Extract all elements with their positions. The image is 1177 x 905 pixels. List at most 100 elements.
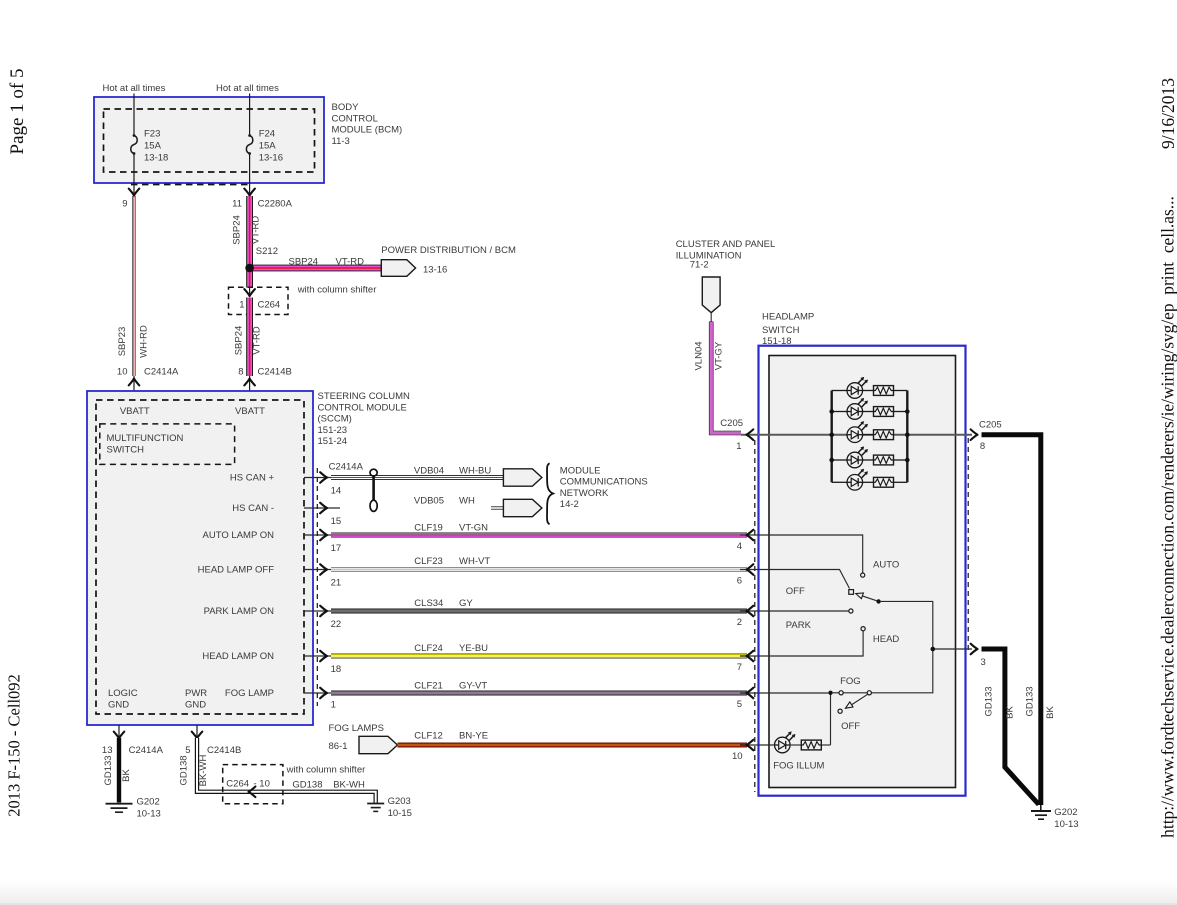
svg-text:MODULE: MODULE xyxy=(560,465,601,476)
svg-text:10-13: 10-13 xyxy=(1054,819,1078,830)
svg-text:NETWORK: NETWORK xyxy=(560,488,609,499)
svg-text:1: 1 xyxy=(736,441,741,452)
svg-text:LOGIC: LOGIC xyxy=(108,688,138,699)
svg-text:Page 1 of 5: Page 1 of 5 xyxy=(7,68,28,154)
svg-text:GD133: GD133 xyxy=(1024,686,1035,716)
svg-text:VT-GN: VT-GN xyxy=(459,523,488,534)
svg-text:G202: G202 xyxy=(1054,807,1077,818)
svg-text:9/16/2013: 9/16/2013 xyxy=(1158,78,1177,149)
svg-text:F23: F23 xyxy=(144,129,160,140)
svg-text:PARK: PARK xyxy=(786,620,812,631)
svg-text:Hot at all times: Hot at all times xyxy=(103,83,166,94)
svg-text:OFF: OFF xyxy=(841,721,860,732)
svg-text:C2414A: C2414A xyxy=(329,462,364,473)
svg-text:YE-BU: YE-BU xyxy=(459,643,488,654)
svg-text:10: 10 xyxy=(117,367,128,378)
svg-text:BK: BK xyxy=(121,769,132,782)
svg-text:PARK LAMP ON: PARK LAMP ON xyxy=(204,606,275,617)
svg-text:11: 11 xyxy=(232,199,242,210)
svg-text:GND: GND xyxy=(108,700,129,711)
svg-text:(SCCM): (SCCM) xyxy=(318,414,352,425)
svg-text:G202: G202 xyxy=(137,797,160,808)
svg-text:SWITCH: SWITCH xyxy=(107,445,145,456)
svg-text:WH-VT: WH-VT xyxy=(459,556,490,567)
svg-text:WH: WH xyxy=(459,495,475,506)
svg-text:14: 14 xyxy=(331,486,342,497)
svg-text:VBATT: VBATT xyxy=(235,406,265,417)
svg-text:HEADLAMP: HEADLAMP xyxy=(762,312,814,323)
svg-text:COMMUNICATIONS: COMMUNICATIONS xyxy=(560,477,648,488)
svg-text:SBP24: SBP24 xyxy=(232,215,243,245)
svg-text:5: 5 xyxy=(185,745,190,756)
svg-text:CLS34: CLS34 xyxy=(414,598,443,609)
svg-text:11-3: 11-3 xyxy=(332,136,350,147)
svg-text:18: 18 xyxy=(331,664,342,675)
svg-text:CLF19: CLF19 xyxy=(414,523,443,534)
svg-text:CLF21: CLF21 xyxy=(414,681,443,692)
svg-text:SBP24: SBP24 xyxy=(234,326,245,356)
svg-text:VT-GY: VT-GY xyxy=(714,341,725,370)
svg-text:10-15: 10-15 xyxy=(388,808,412,819)
svg-text:GD138: GD138 xyxy=(178,755,189,785)
svg-text:VLN04: VLN04 xyxy=(693,341,704,370)
svg-text:with column shifter: with column shifter xyxy=(286,765,366,776)
svg-text:14-2: 14-2 xyxy=(560,499,579,510)
svg-text:S212: S212 xyxy=(256,246,278,257)
svg-text:71-2: 71-2 xyxy=(690,260,709,271)
svg-text:FOG LAMP: FOG LAMP xyxy=(225,688,274,699)
svg-text:http://www.fordtechservice.dea: http://www.fordtechservice.dealerconnect… xyxy=(1158,196,1177,838)
svg-text:CLF12: CLF12 xyxy=(414,731,443,742)
svg-text:6: 6 xyxy=(737,576,742,587)
svg-text:HEAD LAMP OFF: HEAD LAMP OFF xyxy=(198,565,275,576)
svg-text:C2414B: C2414B xyxy=(258,367,292,378)
svg-text:FOG ILLUM: FOG ILLUM xyxy=(773,761,824,772)
svg-text:GD138: GD138 xyxy=(292,779,322,790)
svg-text:3: 3 xyxy=(981,657,986,668)
svg-text:BK-WH: BK-WH xyxy=(333,779,365,790)
svg-text:2: 2 xyxy=(737,617,742,628)
svg-text:- 10: - 10 xyxy=(254,778,270,789)
svg-text:9: 9 xyxy=(122,199,127,210)
svg-text:POWER DISTRIBUTION / BCM: POWER DISTRIBUTION / BCM xyxy=(381,245,516,256)
svg-text:8: 8 xyxy=(980,441,985,452)
svg-text:13-18: 13-18 xyxy=(144,153,168,164)
svg-text:F24: F24 xyxy=(259,129,275,140)
svg-text:15: 15 xyxy=(331,516,342,527)
svg-text:VDB05: VDB05 xyxy=(414,495,444,506)
svg-text:BK: BK xyxy=(1004,706,1015,719)
svg-text:C264: C264 xyxy=(258,300,281,311)
svg-text:GY-VT: GY-VT xyxy=(459,681,487,692)
svg-text:HEAD LAMP ON: HEAD LAMP ON xyxy=(202,651,274,662)
svg-text:13: 13 xyxy=(102,745,113,756)
svg-text:VT-RD: VT-RD xyxy=(336,256,365,267)
svg-text:86-1: 86-1 xyxy=(329,741,348,752)
svg-text:FOG: FOG xyxy=(840,676,861,687)
svg-text:BK-WH: BK-WH xyxy=(198,755,209,787)
svg-text:CONTROL: CONTROL xyxy=(332,113,378,124)
svg-text:BN-YE: BN-YE xyxy=(459,731,488,742)
svg-text:VDB04: VDB04 xyxy=(414,465,444,476)
svg-text:MODULE (BCM): MODULE (BCM) xyxy=(332,125,403,136)
svg-text:4: 4 xyxy=(737,541,742,552)
svg-text:AUTO LAMP ON: AUTO LAMP ON xyxy=(203,530,275,541)
svg-text:17: 17 xyxy=(331,543,342,554)
svg-text:CONTROL MODULE: CONTROL MODULE xyxy=(318,402,407,413)
svg-text:C205: C205 xyxy=(720,418,743,429)
svg-text:SWITCH: SWITCH xyxy=(762,325,800,336)
svg-text:C264: C264 xyxy=(226,778,249,789)
svg-text:10-13: 10-13 xyxy=(137,809,161,820)
svg-text:1: 1 xyxy=(331,700,336,711)
svg-text:GD133: GD133 xyxy=(984,686,995,716)
svg-text:VBATT: VBATT xyxy=(120,406,150,417)
svg-text:FOG LAMPS: FOG LAMPS xyxy=(329,723,384,734)
svg-text:CLF23: CLF23 xyxy=(414,556,443,567)
svg-text:HS CAN -: HS CAN - xyxy=(232,503,274,514)
svg-text:5: 5 xyxy=(737,699,742,710)
svg-text:CLF24: CLF24 xyxy=(414,643,443,654)
svg-text:G203: G203 xyxy=(388,796,411,807)
svg-text:C2414B: C2414B xyxy=(207,745,241,756)
svg-text:WH-RD: WH-RD xyxy=(139,325,150,358)
svg-text:Hot at all times: Hot at all times xyxy=(216,83,279,94)
svg-text:STEERING COLUMN: STEERING COLUMN xyxy=(318,391,411,402)
svg-text:10: 10 xyxy=(732,751,743,762)
